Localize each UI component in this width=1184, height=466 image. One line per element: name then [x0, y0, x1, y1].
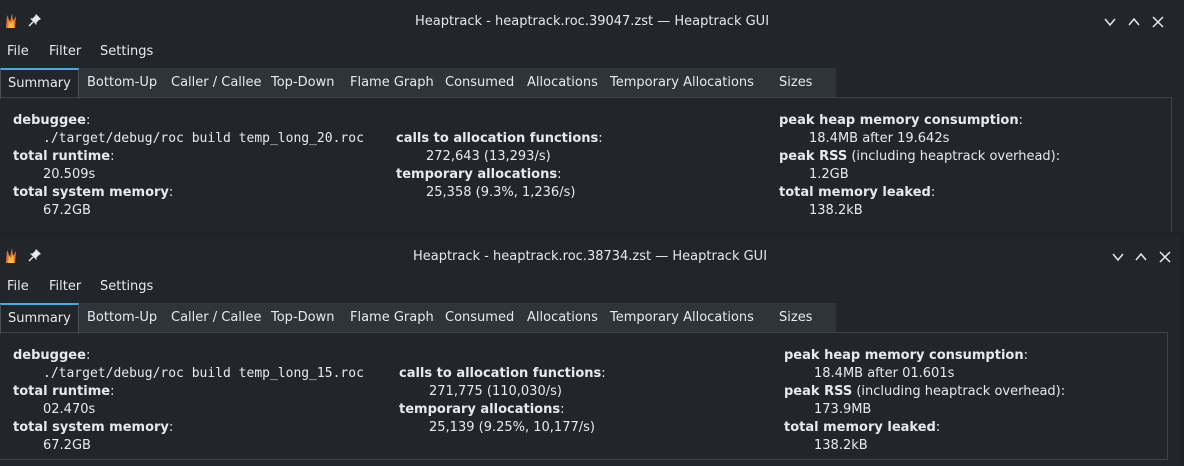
total-runtime-value: 20.509s	[43, 167, 96, 182]
window-title: Heaptrack - heaptrack.roc.38734.zst — He…	[412, 249, 768, 264]
menu-filter[interactable]: Filter	[49, 44, 81, 59]
tab-flame-graph[interactable]: Flame Graph	[350, 303, 434, 333]
summary-column-2: calls to allocation functions: 272,643 (…	[396, 131, 603, 200]
minimize-button[interactable]	[1110, 249, 1126, 265]
peak-rss-note: (including heaptrack overhead)	[856, 384, 1061, 399]
total-system-memory-label: total system memory	[13, 420, 169, 435]
peak-rss-value: 173.9MB	[814, 402, 872, 417]
tab-caller-callee[interactable]: Caller / Callee	[171, 68, 262, 98]
peak-rss-value: 1.2GB	[809, 167, 849, 182]
tab-top-down[interactable]: Top-Down	[271, 68, 334, 98]
debuggee-value: ./target/debug/roc build temp_long_15.ro…	[43, 366, 364, 381]
tab-allocations[interactable]: Allocations	[527, 303, 598, 333]
tab-summary[interactable]: Summary	[0, 303, 79, 334]
calls-label: calls to allocation functions	[396, 131, 599, 146]
tab-consumed[interactable]: Consumed	[445, 303, 514, 333]
tab-temporary-allocations[interactable]: Temporary Allocations	[610, 68, 754, 98]
tab-bottom-up[interactable]: Bottom-Up	[87, 303, 157, 333]
summary-column-3: peak heap memory consumption: 18.4MB aft…	[784, 348, 1066, 453]
heaptrack-window-1: Heaptrack - heaptrack.roc.39047.zst — He…	[0, 0, 1184, 232]
calls-value: 271,775 (110,030/s)	[429, 384, 562, 399]
tab-summary[interactable]: Summary	[0, 68, 79, 99]
peak-heap-value: 18.4MB after 19.642s	[809, 131, 950, 146]
summary-column-1: debuggee: ./target/debug/roc build temp_…	[13, 113, 364, 218]
title-bar[interactable]: Heaptrack - heaptrack.roc.39047.zst — He…	[0, 0, 1184, 44]
peak-rss-note: (including heaptrack overhead)	[851, 149, 1056, 164]
calls-label: calls to allocation functions	[399, 366, 602, 381]
menu-file[interactable]: File	[7, 279, 29, 294]
debuggee-value: ./target/debug/roc build temp_long_20.ro…	[43, 131, 364, 146]
title-bar[interactable]: Heaptrack - heaptrack.roc.38734.zst — He…	[0, 235, 1180, 279]
total-system-memory-value: 67.2GB	[43, 203, 91, 218]
temporary-allocations-label: temporary allocations	[396, 167, 558, 182]
peak-heap-value: 18.4MB after 01.601s	[814, 366, 955, 381]
memory-leaked-value: 138.2kB	[809, 203, 863, 218]
close-button[interactable]	[1157, 249, 1173, 265]
temporary-allocations-label: temporary allocations	[399, 402, 561, 417]
tab-sizes[interactable]: Sizes	[779, 303, 812, 333]
summary-column-2: calls to allocation functions: 271,775 (…	[399, 366, 606, 435]
memory-leaked-value: 138.2kB	[814, 438, 868, 453]
debuggee-label: debuggee	[13, 348, 86, 363]
menu-settings[interactable]: Settings	[100, 279, 153, 294]
window-title: Heaptrack - heaptrack.roc.39047.zst — He…	[414, 14, 770, 29]
summary-column-3: peak heap memory consumption: 18.4MB aft…	[779, 113, 1061, 218]
peak-rss-label: peak RSS	[784, 384, 853, 399]
temporary-allocations-value: 25,139 (9.25%, 10,177/s)	[429, 420, 595, 435]
total-system-memory-value: 67.2GB	[43, 438, 91, 453]
close-button[interactable]	[1150, 14, 1166, 30]
tab-bar: Summary Bottom-Up Caller / Callee Top-Do…	[0, 303, 836, 334]
tab-top-down[interactable]: Top-Down	[271, 303, 334, 333]
tab-flame-graph[interactable]: Flame Graph	[350, 68, 434, 98]
minimize-button[interactable]	[1102, 14, 1118, 30]
heaptrack-window-2: Heaptrack - heaptrack.roc.38734.zst — He…	[0, 235, 1180, 466]
tab-consumed[interactable]: Consumed	[445, 68, 514, 98]
peak-heap-label: peak heap memory consumption	[784, 348, 1024, 363]
tab-bar: Summary Bottom-Up Caller / Callee Top-Do…	[0, 68, 836, 99]
peak-heap-label: peak heap memory consumption	[779, 113, 1019, 128]
menu-filter[interactable]: Filter	[49, 279, 81, 294]
peak-rss-label: peak RSS	[779, 149, 848, 164]
tab-caller-callee[interactable]: Caller / Callee	[171, 303, 262, 333]
temporary-allocations-value: 25,358 (9.3%, 1,236/s)	[426, 185, 576, 200]
menu-settings[interactable]: Settings	[100, 44, 153, 59]
summary-panel: debuggee: ./target/debug/roc build temp_…	[0, 332, 1168, 460]
menu-file[interactable]: File	[7, 44, 29, 59]
maximize-button[interactable]	[1126, 14, 1142, 30]
total-runtime-label: total runtime	[13, 149, 111, 164]
memory-leaked-label: total memory leaked	[779, 185, 931, 200]
summary-column-1: debuggee: ./target/debug/roc build temp_…	[13, 348, 364, 453]
total-system-memory-label: total system memory	[13, 185, 169, 200]
total-runtime-label: total runtime	[13, 384, 111, 399]
tab-allocations[interactable]: Allocations	[527, 68, 598, 98]
tab-bottom-up[interactable]: Bottom-Up	[87, 68, 157, 98]
total-runtime-value: 02.470s	[43, 402, 96, 417]
summary-panel: debuggee: ./target/debug/roc build temp_…	[0, 97, 1172, 232]
tab-sizes[interactable]: Sizes	[779, 68, 812, 98]
debuggee-label: debuggee	[13, 113, 86, 128]
tab-temporary-allocations[interactable]: Temporary Allocations	[610, 303, 754, 333]
maximize-button[interactable]	[1133, 249, 1149, 265]
calls-value: 272,643 (13,293/s)	[426, 149, 551, 164]
memory-leaked-label: total memory leaked	[784, 420, 936, 435]
